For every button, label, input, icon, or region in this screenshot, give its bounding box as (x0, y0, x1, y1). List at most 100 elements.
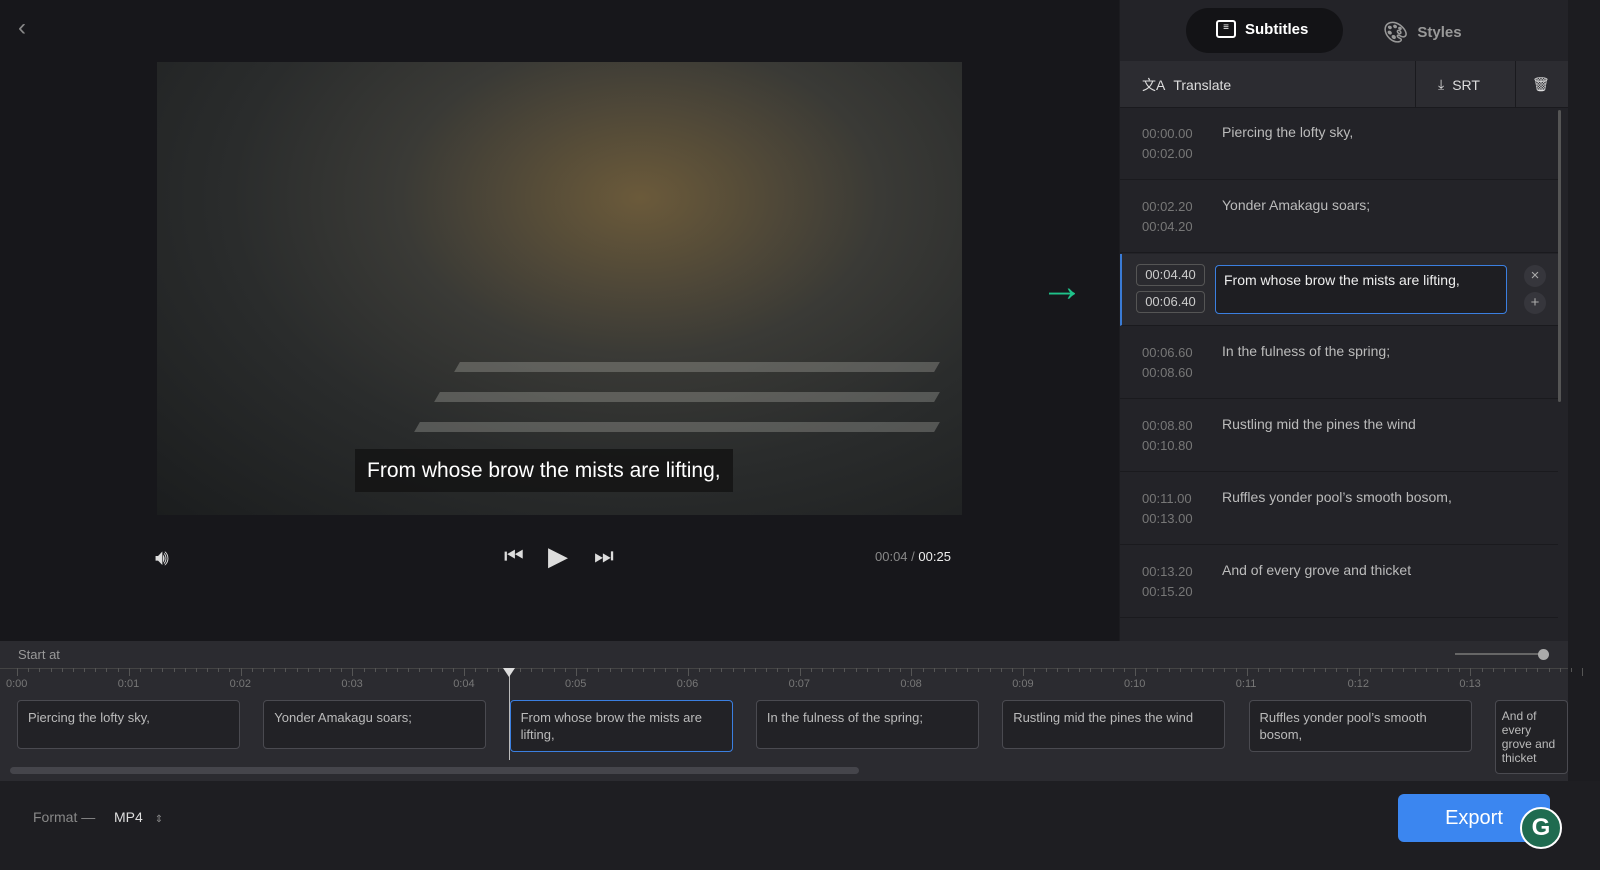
time-separator: / (911, 549, 915, 564)
play-button[interactable]: ▶ (548, 541, 568, 572)
playhead-line[interactable] (508, 668, 510, 760)
ruler-tick (1000, 668, 1002, 672)
subtitle-row[interactable]: 00:04.40 00:06.40 From whose brow the mi… (1120, 254, 1558, 326)
subtitle-text: Ruffles yonder pool’s smooth bosom, (1222, 489, 1452, 505)
zoom-slider-track[interactable] (1455, 653, 1545, 655)
ruler-tick (1135, 668, 1136, 676)
ruler-tick (587, 668, 589, 672)
ruler-tick (676, 668, 678, 672)
subtitle-row[interactable]: 00:08.80 00:10.80 Rustling mid the pines … (1120, 400, 1558, 472)
timeline-clip[interactable]: Rustling mid the pines the wind (1002, 700, 1226, 749)
panel-scrollbar[interactable] (1558, 110, 1561, 402)
crosswalk-stripe (414, 422, 940, 432)
start-time: 00:06.60 (1142, 345, 1193, 360)
subtitle-row[interactable]: 00:02.20 00:04.20 Yonder Amakagu soars; (1120, 181, 1558, 253)
end-time-input[interactable]: 00:06.40 (1136, 291, 1205, 313)
trash-icon: 🗑︎ (1532, 76, 1550, 92)
next-button[interactable]: ⏭︎ (594, 543, 614, 569)
tick-label: 0:00 (6, 678, 28, 690)
zoom-slider-handle[interactable] (1538, 649, 1549, 660)
ruler-tick (1369, 668, 1371, 672)
ruler-tick (497, 668, 499, 672)
ruler-tick (207, 668, 209, 672)
subtitle-text-input[interactable]: From whose brow the mists are lifting, (1215, 265, 1507, 314)
ruler-tick (967, 668, 969, 672)
timeline-clip[interactable]: Yonder Amakagu soars; (263, 700, 487, 749)
footer-bar (0, 781, 1600, 870)
ruler-tick (922, 668, 924, 672)
delete-button[interactable]: 🗑︎ (1515, 61, 1568, 108)
crosswalk-stripe (434, 392, 940, 402)
ruler-tick (855, 668, 857, 672)
ruler-tick (128, 668, 130, 676)
ruler-tick (710, 668, 712, 672)
tab-styles[interactable]: 🎨︎ Styles (1383, 20, 1462, 45)
tick-label: 0:02 (229, 678, 252, 690)
ruler-tick (195, 668, 197, 672)
tick-label: 0:04 (453, 678, 475, 690)
ruler-tick (84, 668, 86, 672)
grammarly-icon[interactable]: G (1520, 807, 1562, 849)
ruler-tick (39, 668, 41, 672)
crosswalk-stripe (454, 362, 940, 372)
start-time-input[interactable]: 00:04.40 (1136, 264, 1205, 286)
ruler-tick (419, 668, 421, 672)
stepper-icon: ⇕ (154, 814, 164, 825)
time-range: 00:08.80 00:10.80 (1142, 416, 1193, 456)
download-srt-button[interactable]: ⤓ SRT (1415, 61, 1515, 108)
end-time: 00:10.80 (1142, 438, 1193, 453)
ruler-tick (810, 668, 812, 672)
tab-label: Subtitles (1245, 20, 1309, 38)
translate-button[interactable]: 文A Translate (1142, 61, 1231, 108)
end-time: 00:04.20 (1142, 219, 1193, 234)
ruler-tick (777, 668, 779, 672)
format-select[interactable]: MP4 ⇕ (114, 809, 163, 825)
ruler-tick (184, 668, 186, 672)
tab-subtitles[interactable]: ≡ Subtitles (1216, 20, 1308, 38)
back-button[interactable]: ‹ (18, 14, 26, 42)
subtitle-text: Yonder Amakagu soars; (1222, 197, 1371, 213)
ruler-tick (1067, 668, 1069, 672)
ruler-tick (374, 668, 376, 672)
ruler-tick (978, 668, 980, 672)
ruler-tick (1123, 668, 1125, 672)
ruler-tick (1481, 668, 1483, 672)
playhead-handle[interactable] (502, 668, 515, 677)
tick-label: 0:08 (900, 678, 922, 690)
ruler-tick (72, 668, 74, 672)
format-value: MP4 (114, 809, 143, 825)
ruler-tick (17, 668, 18, 676)
ruler-tick (397, 668, 399, 672)
ruler-tick (821, 668, 823, 672)
add-icon[interactable]: + (1524, 292, 1546, 314)
volume-icon[interactable]: 🔊︎ (155, 545, 169, 571)
timeline-clip[interactable]: From whose brow the mists are lifting, (509, 700, 733, 752)
ruler-tick (1034, 668, 1036, 672)
subtitle-row[interactable]: 00:13.20 00:15.20 And of every grove and … (1120, 546, 1558, 618)
timeline-clip[interactable]: Ruffles yonder pool’s smooth bosom, (1248, 700, 1472, 752)
previous-button[interactable]: ⏮︎ (504, 543, 524, 569)
subtitle-row[interactable]: 00:06.60 00:08.60 In the fulness of the s… (1120, 327, 1558, 399)
ruler-tick (318, 668, 320, 672)
subtitle-row[interactable]: 00:00.00 00:02.00 Piercing the lofty sky, (1120, 108, 1558, 180)
format-label: Format — (33, 809, 96, 825)
ruler-tick (1079, 668, 1081, 672)
tab-label: Styles (1417, 24, 1462, 41)
timeline-clip[interactable]: And of every grove and thicket (1494, 700, 1568, 774)
timeline-clip[interactable]: Piercing the lofty sky, (17, 700, 240, 749)
srt-label: SRT (1452, 76, 1480, 93)
ruler-tick (1571, 668, 1573, 672)
translate-icon: 文A (1142, 76, 1166, 93)
video-preview[interactable] (157, 62, 962, 515)
ruler-tick (944, 668, 946, 672)
ruler-tick (1235, 668, 1237, 672)
subtitle-row[interactable]: 00:11.00 00:13.00 Ruffles yonder pool’s s… (1120, 473, 1558, 545)
close-icon[interactable]: × (1524, 265, 1546, 287)
ruler-tick (1224, 668, 1226, 672)
start-time: 00:13.20 (1142, 564, 1193, 579)
timeline-clip[interactable]: In the fulness of the spring; (755, 700, 979, 749)
timeline-scrollbar[interactable] (10, 767, 859, 774)
ruler-tick (1548, 668, 1550, 672)
ruler-tick (1157, 668, 1159, 672)
ruler-tick (1269, 668, 1271, 672)
